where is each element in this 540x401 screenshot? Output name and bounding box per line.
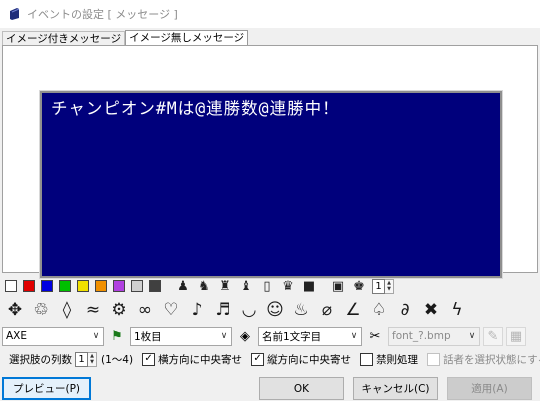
flag-icon[interactable]: ⚑ (107, 327, 127, 346)
chevron-down-icon: ∨ (468, 331, 476, 341)
v-center-group[interactable]: ✓ 縦方向に中央寄せ (251, 352, 354, 367)
spinner-down-icon[interactable]: ▼ (88, 359, 96, 366)
page-spinner-buttons[interactable]: ▲ ▼ (385, 278, 394, 294)
person-icon[interactable]: ♟ (175, 278, 191, 294)
spade-icon[interactable]: ♤ (368, 299, 390, 321)
color-swatch-orange[interactable] (95, 280, 107, 292)
kinsoku-checkbox[interactable] (360, 352, 374, 366)
chevron-down-icon: ∨ (92, 331, 100, 341)
ok-button[interactable]: OK (259, 377, 344, 400)
drop-icon[interactable]: ⌀ (316, 299, 338, 321)
color-swatch-red[interactable] (23, 280, 35, 292)
speaker-checkbox[interactable] (427, 352, 441, 366)
color-swatch-green[interactable] (59, 280, 71, 292)
tab-bar: イメージ付きメッセージ イメージ無しメッセージ (2, 30, 249, 46)
color-swatch-gray[interactable] (131, 280, 143, 292)
sweat-icon[interactable]: ♬ (212, 299, 234, 321)
kinsoku-label: 禁則処理 (376, 353, 419, 366)
diamond-icon[interactable]: ◊ (56, 299, 78, 321)
person-icon[interactable]: ♜ (217, 278, 233, 294)
tab-panel: チャンピオン#Mは@連勝数@連勝中！ (2, 45, 538, 279)
speaker-label: 話者を選択状態にする (443, 353, 540, 366)
title-bar: イベントの設定 [ メッセージ ] (0, 0, 540, 28)
person-icon[interactable]: ♞ (196, 278, 212, 294)
v-center-label: 縦方向に中央寄せ (267, 353, 352, 366)
recycle-icon[interactable]: ♲ (30, 299, 52, 321)
apply-button[interactable]: 適用(A) (447, 377, 532, 400)
tab-no-image-message[interactable]: イメージ無しメッセージ (125, 30, 249, 46)
choice-count-spinner[interactable]: ▲ ▼ (88, 351, 97, 367)
lightning-icon[interactable]: ϟ (446, 299, 468, 321)
color-swatch-dark[interactable] (149, 280, 161, 292)
loop-icon[interactable]: ∂ (394, 299, 416, 321)
page-spinner-value[interactable]: 1 (372, 278, 385, 294)
heart-icon[interactable]: ♡ (160, 299, 182, 321)
range-label: (1〜4) (101, 353, 134, 366)
door-icon[interactable]: ▯ (259, 278, 275, 294)
window-title: イベントの設定 [ メッセージ ] (27, 8, 178, 21)
color-swatch-purple[interactable] (113, 280, 125, 292)
chevron-down-icon: ∨ (220, 331, 228, 341)
cross-icon[interactable]: ✖ (420, 299, 442, 321)
choice-count-label: 選択肢の列数 (9, 353, 72, 366)
color-swatch-blue[interactable] (41, 280, 53, 292)
message-preview-box[interactable]: チャンピオン#Mは@連勝数@連勝中！ (39, 90, 503, 279)
choice-count-group: 選択肢の列数 1 ▲ ▼ (1〜4) (9, 351, 136, 367)
color-swatch-white[interactable] (5, 280, 17, 292)
message-text: チャンピオン#Mは@連勝数@連勝中！ (51, 99, 340, 118)
building-icon[interactable]: ▣ (330, 278, 346, 294)
name-combo[interactable]: AXE ∨ (2, 326, 104, 346)
options-toolbar: AXE ∨ ⚑ 1枚目 ∨ ◈ 名前1文字目 ∨ ✂ font_?.bmp ∨ … (0, 326, 540, 346)
person-icon[interactable]: ♚ (351, 278, 367, 294)
cancel-button[interactable]: キャンセル(C) (353, 377, 438, 400)
emote-toolbar: ✥ ♲ ◊ ≈ ⚙ ∞ ♡ ♪ ♬ ◡ ☺ ♨ ⌀ ∠ ♤ ∂ ✖ ϟ (0, 298, 540, 322)
kinsoku-group[interactable]: 禁則処理 (360, 352, 421, 367)
person-icon[interactable]: ♝ (238, 278, 254, 294)
h-center-checkbox[interactable]: ✓ (142, 352, 156, 366)
folder-icon[interactable]: ✎ (483, 326, 503, 346)
speaker-group[interactable]: 話者を選択状態にする (427, 352, 540, 367)
page-combo[interactable]: 1枚目 ∨ (130, 326, 232, 346)
button-row: プレビュー(P) OK キャンセル(C) 適用(A) (0, 375, 540, 401)
font-combo-value: font_?.bmp (392, 330, 451, 342)
name-char-combo[interactable]: 名前1文字目 ∨ (258, 326, 362, 346)
sparkle-icon[interactable]: ✥ (4, 299, 26, 321)
chevron-down-icon: ∨ (350, 331, 358, 341)
squiggle-icon[interactable]: ∠ (342, 299, 364, 321)
book-icon (10, 8, 20, 20)
name-combo-value: AXE (6, 330, 28, 342)
h-center-group[interactable]: ✓ 横方向に中央寄せ (142, 352, 245, 367)
v-center-checkbox[interactable]: ✓ (251, 352, 265, 366)
h-center-label: 横方向に中央寄せ (158, 353, 243, 366)
building-icon[interactable]: ■ (301, 278, 317, 294)
music-icon[interactable]: ♪ (186, 299, 208, 321)
scissors-icon[interactable]: ✂ (365, 327, 385, 346)
page-combo-value: 1枚目 (134, 330, 162, 343)
spinner-down-icon[interactable]: ▼ (385, 286, 393, 293)
happy-icon[interactable]: ☺ (264, 299, 286, 321)
color-toolbar: ♟ ♞ ♜ ♝ ▯ ♛ ■ ▣ ♚ 1 ▲ ▼ (0, 277, 540, 295)
settings-row: 選択肢の列数 1 ▲ ▼ (1〜4) ✓ 横方向に中央寄せ ✓ 縦方向に中央寄せ… (0, 349, 540, 369)
name-char-combo-value: 名前1文字目 (262, 330, 322, 343)
grid-icon[interactable]: ▦ (506, 326, 526, 346)
group-icon[interactable]: ♛ (280, 278, 296, 294)
choice-count-value[interactable]: 1 (75, 351, 88, 367)
pin-icon[interactable]: ◈ (235, 327, 255, 346)
color-swatch-yellow[interactable] (77, 280, 89, 292)
swirl-icon[interactable]: ∞ (134, 299, 156, 321)
wave-icon[interactable]: ≈ (82, 299, 104, 321)
preview-button[interactable]: プレビュー(P) (2, 377, 91, 400)
storm-icon[interactable]: ♨ (290, 299, 312, 321)
twist-icon[interactable]: ⚙ (108, 299, 130, 321)
tab-image-message[interactable]: イメージ付きメッセージ (2, 31, 126, 46)
smile-icon[interactable]: ◡ (238, 299, 260, 321)
font-combo[interactable]: font_?.bmp ∨ (388, 326, 480, 346)
